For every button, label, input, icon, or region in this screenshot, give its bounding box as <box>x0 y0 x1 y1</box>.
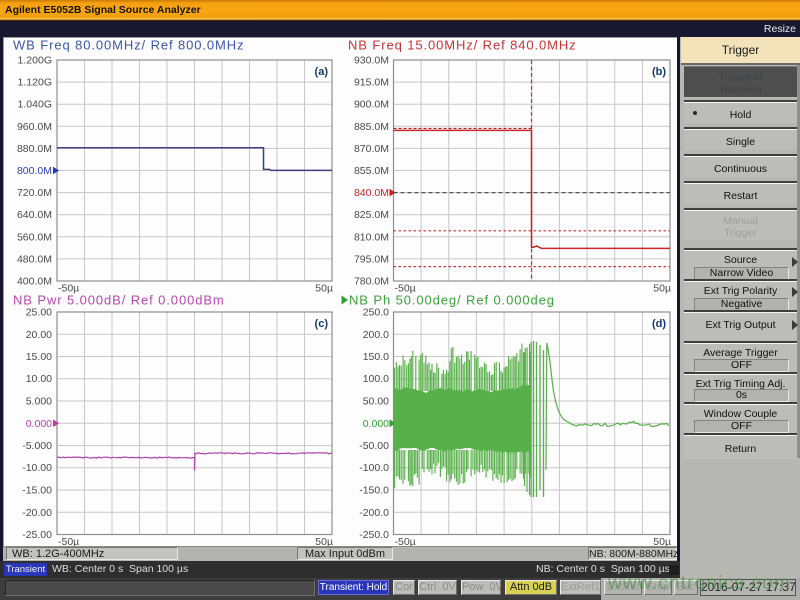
svg-text:0.000: 0.000 <box>26 418 52 430</box>
svg-text:(b): (b) <box>652 66 666 78</box>
svg-text:400.0M: 400.0M <box>17 276 52 288</box>
svg-text:(d): (d) <box>652 318 666 330</box>
svg-text:150.0: 150.0 <box>363 351 389 363</box>
svg-text:880.0M: 880.0M <box>17 143 52 155</box>
svg-text:885.0M: 885.0M <box>354 121 389 133</box>
svg-text:810.0M: 810.0M <box>354 231 389 243</box>
svg-text:50µ: 50µ <box>315 283 333 295</box>
svg-text:50.00: 50.00 <box>363 396 389 408</box>
svg-text:NB Freq 15.00MHz/ Ref 840.0MHz: NB Freq 15.00MHz/ Ref 840.0MHz <box>348 38 577 53</box>
svg-text:(c): (c) <box>315 318 329 330</box>
svg-text:870.0M: 870.0M <box>354 143 389 155</box>
svg-text:900.0M: 900.0M <box>354 99 389 111</box>
svg-text:-5.000: -5.000 <box>22 440 52 452</box>
svg-text:480.0M: 480.0M <box>17 253 52 265</box>
svg-text:5.000: 5.000 <box>26 396 52 408</box>
svg-text:25.00: 25.00 <box>26 307 52 319</box>
svg-text:825.0M: 825.0M <box>354 209 389 221</box>
svg-text:NB Pwr 5.000dB/ Ref 0.000dBm: NB Pwr 5.000dB/ Ref 0.000dBm <box>13 293 225 308</box>
svg-text:1.200G: 1.200G <box>18 55 52 67</box>
svg-text:NB Ph 50.00deg/ Ref 0.000deg: NB Ph 50.00deg/ Ref 0.000deg <box>349 293 555 308</box>
svg-text:960.0M: 960.0M <box>17 121 52 133</box>
svg-text:10.00: 10.00 <box>26 373 52 385</box>
svg-text:200.0: 200.0 <box>363 329 389 341</box>
svg-text:-10.00: -10.00 <box>22 462 52 474</box>
svg-text:855.0M: 855.0M <box>354 165 389 177</box>
svg-text:-15.00: -15.00 <box>22 485 52 497</box>
svg-text:915.0M: 915.0M <box>354 77 389 89</box>
svg-text:-100.0: -100.0 <box>359 462 389 474</box>
svg-text:795.0M: 795.0M <box>354 253 389 265</box>
svg-text:1.040G: 1.040G <box>18 99 52 111</box>
svg-text:0.000: 0.000 <box>363 418 389 430</box>
svg-text:-150.0: -150.0 <box>359 485 389 497</box>
svg-text:800.0M: 800.0M <box>17 165 52 177</box>
svg-text:-200.0: -200.0 <box>359 507 389 519</box>
svg-text:50µ: 50µ <box>653 283 671 295</box>
svg-text:250.0: 250.0 <box>363 307 389 319</box>
svg-text:560.0M: 560.0M <box>17 231 52 243</box>
svg-text:840.0M: 840.0M <box>354 187 389 199</box>
svg-text:-250.0: -250.0 <box>359 529 389 541</box>
svg-text:720.0M: 720.0M <box>17 187 52 199</box>
svg-text:WB Freq 80.00MHz/ Ref 800.0MHz: WB Freq 80.00MHz/ Ref 800.0MHz <box>13 38 244 53</box>
svg-text:640.0M: 640.0M <box>17 209 52 221</box>
svg-text:15.00: 15.00 <box>26 351 52 363</box>
svg-text:930.0M: 930.0M <box>354 55 389 67</box>
svg-text:-20.00: -20.00 <box>22 507 52 519</box>
svg-text:-25.00: -25.00 <box>22 529 52 541</box>
svg-text:(a): (a) <box>315 66 329 78</box>
svg-text:20.00: 20.00 <box>26 329 52 341</box>
svg-text:100.0: 100.0 <box>363 373 389 385</box>
svg-text:1.120G: 1.120G <box>18 77 52 89</box>
svg-text:-50.00: -50.00 <box>359 440 389 452</box>
svg-text:780.0M: 780.0M <box>354 276 389 288</box>
